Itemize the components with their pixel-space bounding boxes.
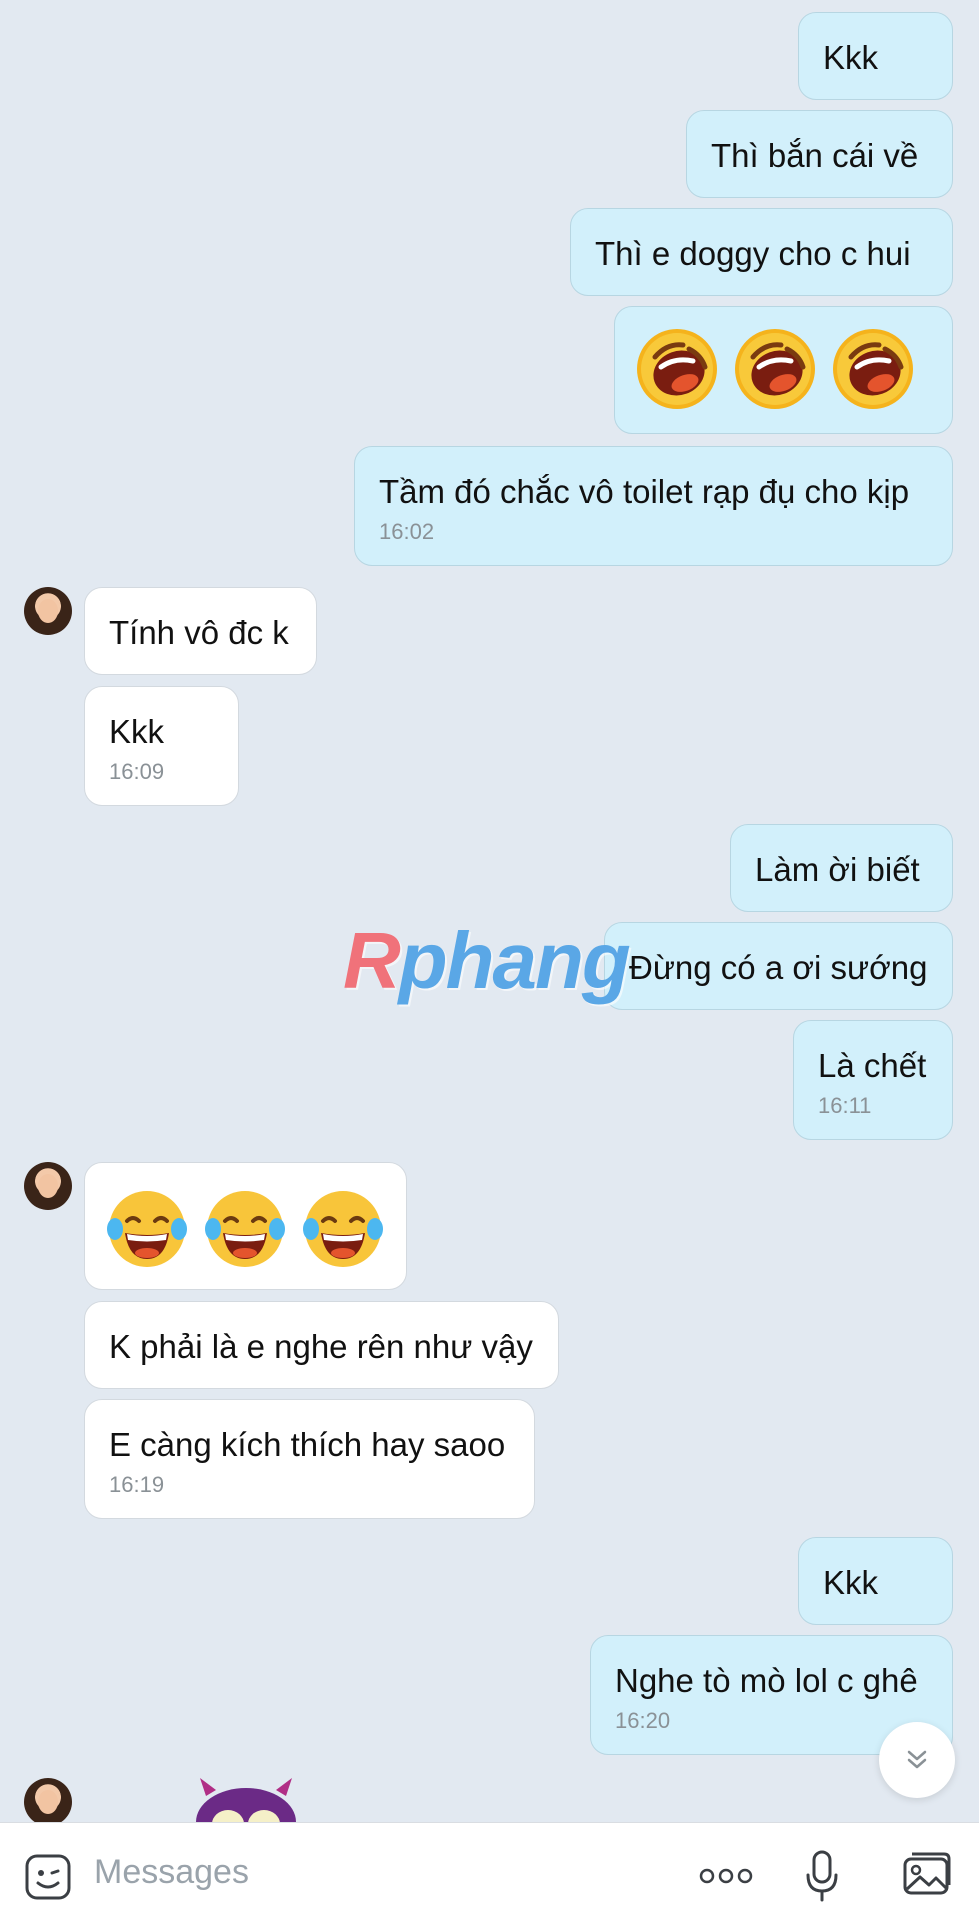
message-text: E càng kích thích hay saoo [109, 1426, 506, 1463]
message-bubble-in[interactable]: Tính vô đc k [84, 587, 317, 675]
message-text: Kkk [823, 39, 879, 76]
tears-of-joy-icon [107, 1191, 187, 1267]
message-bubble-out[interactable]: Làm ời biết [730, 824, 953, 912]
sticker-face-icon[interactable] [24, 1853, 72, 1901]
image-gallery-icon[interactable] [902, 1851, 952, 1897]
chevron-double-down-icon [907, 1750, 927, 1769]
contact-avatar[interactable] [24, 1162, 72, 1210]
message-time: 16:19 [109, 1472, 165, 1497]
laughing-face-icon [735, 329, 815, 409]
message-bubble-out[interactable]: Đừng có a ơi sướng [604, 922, 953, 1010]
message-time: 16:09 [109, 759, 165, 784]
emoji-bubble-in[interactable] [84, 1162, 407, 1290]
emoji-bubble-out[interactable] [614, 306, 953, 434]
message-text: K phải là e nghe rên như vậy [109, 1328, 533, 1365]
monster-sticker-icon [196, 1778, 296, 1822]
tears-of-joy-icon [205, 1191, 285, 1267]
message-bubble-out[interactable]: Thì e doggy cho c hui [570, 208, 953, 296]
message-bubble-out[interactable]: Thì bắn cái về [686, 110, 953, 198]
message-input[interactable]: Messages [94, 1853, 249, 1892]
message-bubble-out[interactable]: Tầm đó chắc vô toilet rạp đụ cho kịp 16:… [354, 446, 953, 566]
message-time: 16:02 [379, 519, 435, 544]
message-time: 16:20 [615, 1708, 671, 1733]
microphone-icon[interactable] [804, 1849, 840, 1903]
scroll-to-bottom-button[interactable] [879, 1722, 955, 1798]
message-text: Thì e doggy cho c hui [595, 235, 911, 272]
watermark-logo: Rphang [343, 916, 631, 1005]
laughing-face-icon [833, 329, 913, 409]
message-text: Tầm đó chắc vô toilet rạp đụ cho kịp [379, 473, 910, 510]
message-bubble-out[interactable]: Kkk [798, 1537, 953, 1625]
message-text: Nghe tò mò lol c ghê [615, 1662, 918, 1699]
message-text: Đừng có a ơi sướng [629, 949, 928, 986]
message-bubble-in[interactable]: Kkk 16:09 [84, 686, 239, 806]
message-bubble-in[interactable]: E càng kích thích hay saoo 16:19 [84, 1399, 535, 1519]
laughing-face-icon [637, 329, 717, 409]
message-text: Tính vô đc k [109, 614, 289, 651]
message-time: 16:11 [818, 1093, 872, 1118]
more-dots-icon[interactable] [698, 1867, 754, 1885]
message-text: Làm ời biết [755, 851, 920, 888]
message-bubble-out[interactable]: Là chết 16:11 [793, 1020, 953, 1140]
message-text: Kkk [109, 713, 165, 750]
message-text: Kkk [823, 1564, 879, 1601]
message-input-bar: Messages [0, 1822, 979, 1926]
message-bubble-in[interactable]: K phải là e nghe rên như vậy [84, 1301, 559, 1389]
contact-avatar[interactable] [24, 587, 72, 635]
message-bubble-out[interactable]: Kkk [798, 12, 953, 100]
tears-of-joy-icon [303, 1191, 383, 1267]
message-text: Là chết [818, 1047, 927, 1084]
message-text: Thì bắn cái về [711, 137, 919, 174]
sticker-message[interactable] [186, 1774, 306, 1822]
contact-avatar[interactable] [24, 1778, 72, 1826]
